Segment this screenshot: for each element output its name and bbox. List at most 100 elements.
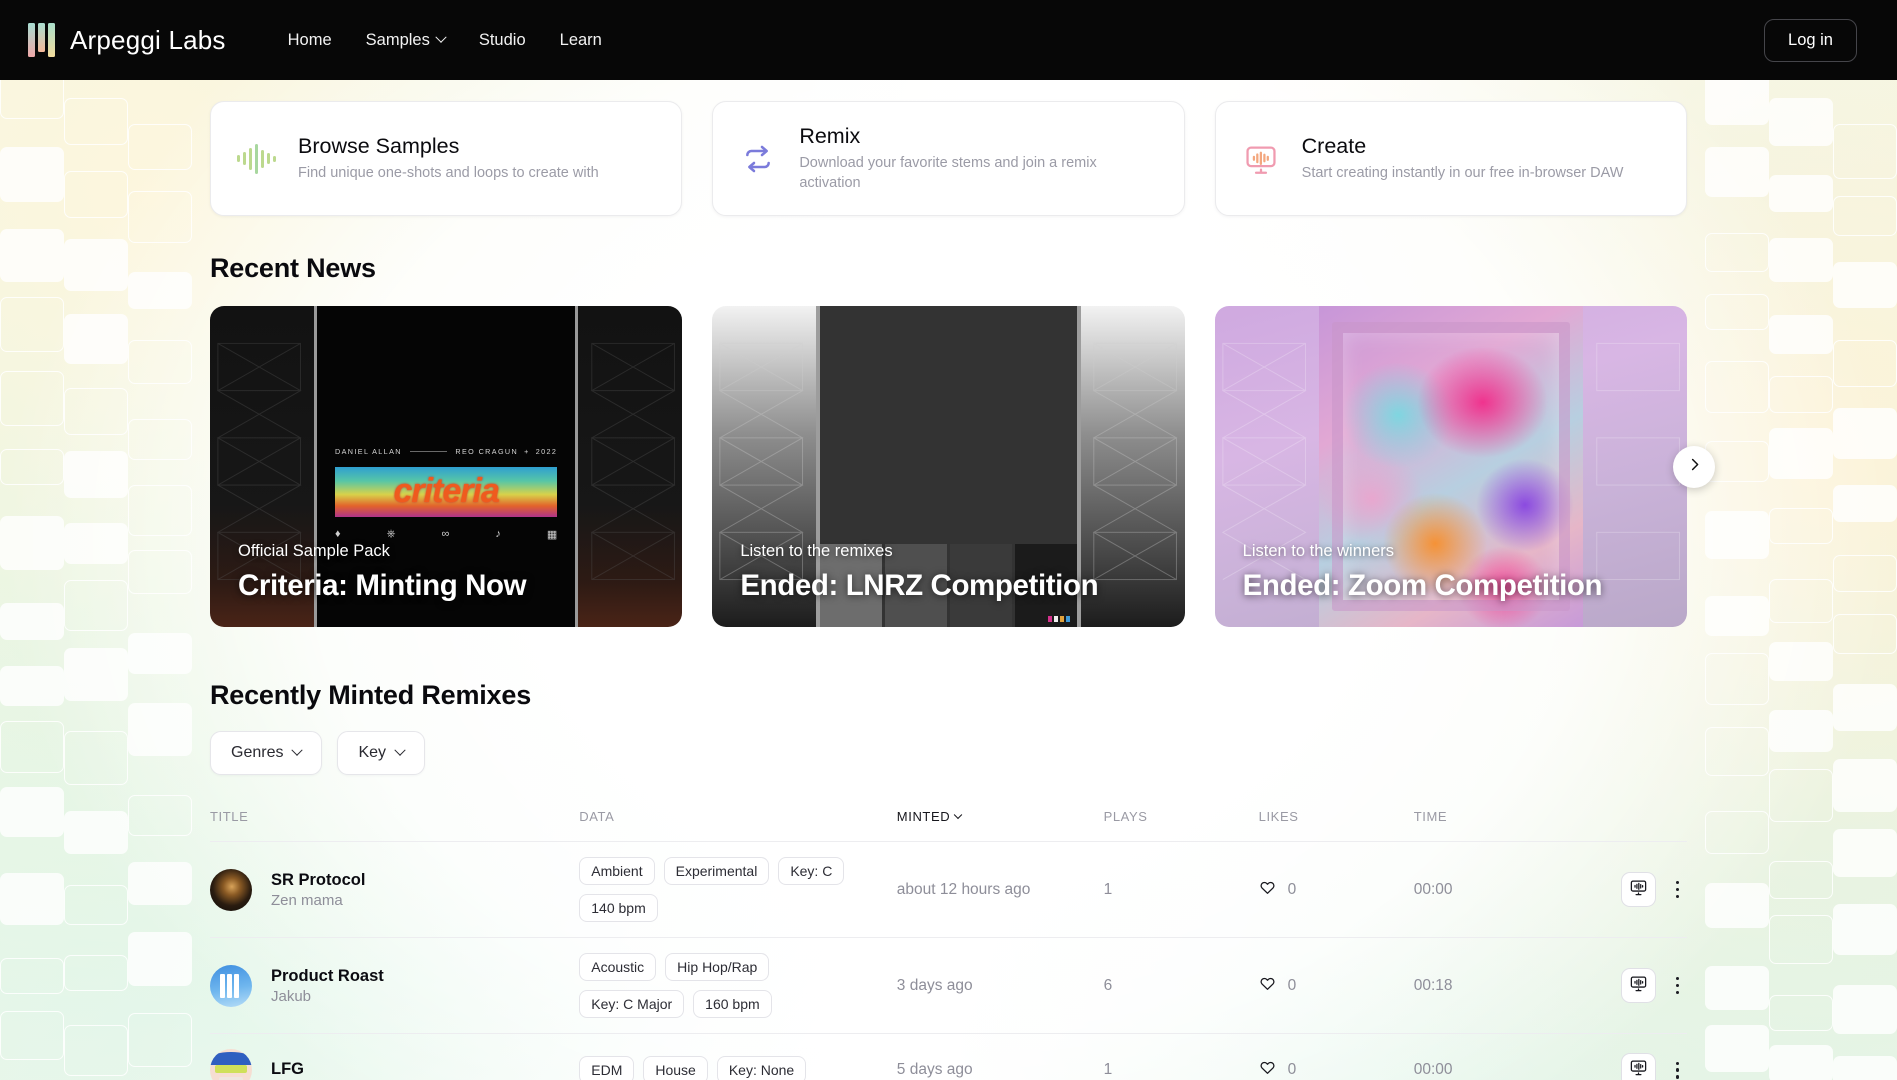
news-card-title: Ended: LNRZ Competition	[740, 569, 1099, 603]
tag: Hip Hop/Rap	[665, 953, 770, 982]
cell-plays: 1	[1103, 880, 1113, 898]
nav-item-label: Home	[287, 30, 332, 49]
recent-news-heading: Recent News	[210, 253, 376, 284]
login-button[interactable]: Log in	[1764, 18, 1857, 62]
brand-logo[interactable]: Arpeggi Labs	[28, 23, 226, 57]
remix-title: SR Protocol	[271, 870, 366, 889]
remixes-table: TITLE DATA MINTED PLAYS LIKES TIME SR Pr…	[210, 809, 1687, 1080]
column-header-time: TIME	[1414, 809, 1576, 842]
column-header-actions	[1576, 809, 1687, 842]
news-card-kicker: Official Sample Pack	[238, 542, 390, 561]
loop-arrows-icon	[739, 140, 777, 178]
lfg-avatar	[210, 1049, 252, 1080]
kebab-menu-icon[interactable]	[1668, 1056, 1687, 1080]
top-navigation-bar: Arpeggi Labs Home Samples Studio Learn L…	[0, 0, 1897, 80]
product-roast-avatar	[210, 964, 252, 1007]
feature-subtitle: Find unique one-shots and loops to creat…	[298, 164, 599, 181]
criteria-artist-right: REO CRAGUN	[455, 447, 519, 457]
news-card-kicker: Listen to the remixes	[740, 542, 893, 561]
heart-icon[interactable]	[1259, 975, 1276, 997]
news-card-title: Criteria: Minting Now	[238, 569, 527, 603]
cell-plays: 6	[1103, 976, 1113, 994]
cell-minted: 5 days ago	[896, 1061, 973, 1079]
remix-artist: Zen mama	[271, 891, 343, 909]
kebab-menu-icon[interactable]	[1668, 971, 1687, 1000]
chevron-down-icon	[435, 31, 447, 43]
tag: 160 bpm	[693, 990, 772, 1019]
nav-item-studio[interactable]: Studio	[479, 31, 526, 50]
news-carousel: DANIEL ALLAN REO CRAGUN + 2022 criteria …	[210, 306, 1715, 628]
open-in-daw-button[interactable]	[1620, 968, 1656, 1004]
nav-links: Home Samples Studio Learn	[288, 31, 602, 50]
feature-card-remix[interactable]: Remix Download your favorite stems and j…	[712, 101, 1185, 217]
piano-keys-logo-icon	[28, 23, 55, 57]
news-card-zoom[interactable]: Listen to the winners Ended: Zoom Compet…	[1214, 306, 1687, 628]
cell-likes: 0	[1259, 842, 1414, 938]
criteria-credits: DANIEL ALLAN REO CRAGUN + 2022	[335, 447, 558, 457]
carousel-next-button[interactable]	[1673, 445, 1715, 488]
open-in-daw-button[interactable]	[1620, 1052, 1656, 1080]
cell-plays: 1	[1103, 1061, 1113, 1079]
table-header: TITLE DATA MINTED PLAYS LIKES TIME	[210, 809, 1687, 842]
monitor-waveform-icon	[1629, 1058, 1648, 1080]
cell-minted: 3 days ago	[896, 976, 973, 994]
waveform-icon	[237, 140, 276, 178]
cell-time: 00:00	[1413, 1061, 1453, 1079]
chevron-down-icon	[291, 744, 304, 756]
filter-genres[interactable]: Genres	[210, 731, 323, 776]
nav-item-learn[interactable]: Learn	[560, 31, 602, 50]
cell-actions	[1576, 1034, 1687, 1080]
tag: Key: C	[778, 857, 845, 886]
news-card-title: Ended: Zoom Competition	[1242, 569, 1603, 603]
heart-icon[interactable]	[1259, 1059, 1276, 1080]
news-card-criteria[interactable]: DANIEL ALLAN REO CRAGUN + 2022 criteria …	[210, 306, 683, 628]
cell-actions	[1576, 938, 1687, 1034]
criteria-year: 2022	[535, 447, 558, 457]
feature-title: Browse Samples	[298, 133, 460, 158]
remix-artist: Jakub	[271, 987, 312, 1005]
tag: 140 bpm	[579, 894, 658, 923]
tag: Key: C Major	[579, 990, 685, 1019]
nav-item-label: Studio	[478, 30, 526, 49]
monitor-waveform-icon	[1629, 878, 1648, 902]
nav-item-samples[interactable]: Samples	[366, 31, 447, 50]
recently-minted-heading: Recently Minted Remixes	[210, 680, 532, 711]
cell-likes: 0	[1259, 938, 1414, 1034]
open-in-daw-button[interactable]	[1620, 872, 1656, 908]
news-card-kicker: Listen to the winners	[1242, 542, 1394, 561]
feature-card-create[interactable]: Create Start creating instantly in our f…	[1214, 101, 1687, 217]
cell-title: SR Protocol Zen mama	[210, 842, 579, 938]
column-header-likes: LIKES	[1259, 809, 1414, 842]
column-label: LIKES	[1258, 809, 1299, 825]
remix-filters: Genres Key	[210, 731, 1687, 776]
filter-key[interactable]: Key	[337, 731, 426, 776]
feature-card-browse-samples[interactable]: Browse Samples Find unique one-shots and…	[210, 101, 683, 217]
news-card-lnrz[interactable]: Listen to the remixes Ended: LNRZ Compet…	[712, 306, 1185, 628]
cell-time: 00:18	[1413, 976, 1453, 994]
column-header-data: DATA	[579, 809, 897, 842]
tag: EDM	[579, 1056, 635, 1080]
table-row[interactable]: LFG EDM House Key: None 5 days ago 1 0 0…	[210, 1033, 1687, 1080]
tag: Ambient	[579, 857, 655, 886]
column-label: MINTED	[896, 809, 951, 825]
kebab-menu-icon[interactable]	[1668, 875, 1687, 904]
column-header-minted[interactable]: MINTED	[897, 809, 1104, 842]
cell-data: Acoustic Hip Hop/Rap Key: C Major 160 bp…	[579, 938, 897, 1034]
table-row[interactable]: Product Roast Jakub Acoustic Hip Hop/Rap…	[210, 937, 1687, 1034]
criteria-wordmark: criteria	[335, 466, 558, 517]
tag: Key: None	[716, 1056, 807, 1080]
tag: House	[643, 1056, 708, 1080]
monitor-waveform-icon	[1242, 140, 1280, 178]
remix-title: LFG	[271, 1059, 304, 1078]
column-header-plays: PLAYS	[1104, 809, 1259, 842]
cell-likes: 0	[1259, 1034, 1414, 1080]
column-label: TIME	[1413, 809, 1448, 825]
monitor-waveform-icon	[1629, 974, 1648, 998]
heart-icon[interactable]	[1259, 879, 1276, 901]
table-row[interactable]: SR Protocol Zen mama Ambient Experimenta…	[210, 841, 1687, 938]
feature-subtitle: Start creating instantly in our free in-…	[1301, 164, 1624, 181]
lnrz-color-dots	[1047, 616, 1070, 623]
nav-item-home[interactable]: Home	[288, 31, 332, 50]
brand-name: Arpeggi Labs	[70, 24, 226, 55]
tag: Acoustic	[579, 953, 657, 982]
